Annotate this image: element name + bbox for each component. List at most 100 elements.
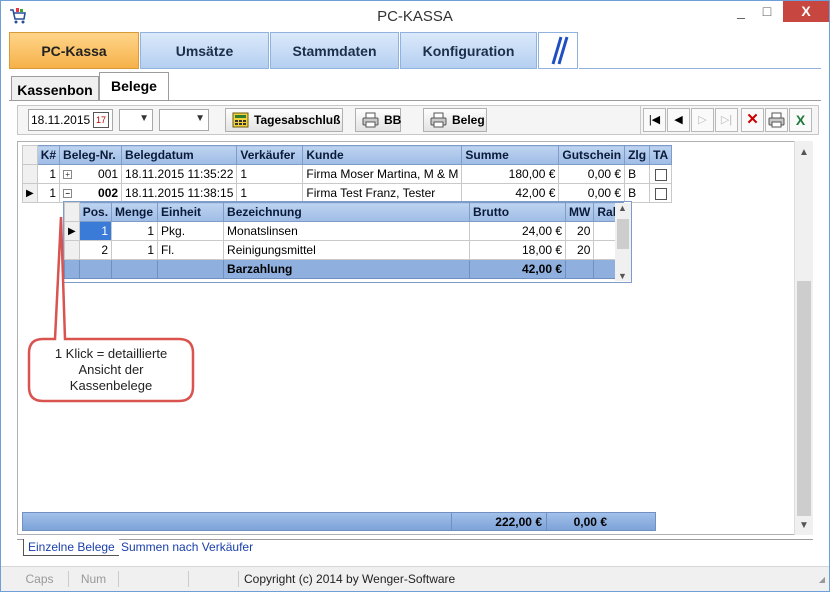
- date-value: 18.11.2015: [31, 113, 91, 127]
- main-nav: PC-Kassa Umsätze Stammdaten Konfiguratio…: [9, 32, 821, 70]
- maximize-button[interactable]: □: [754, 1, 780, 22]
- beleg-detail-panel: Pos. Menge Einheit Bezeichnung Brutto MW…: [63, 201, 632, 283]
- footer-indicator: [64, 259, 80, 279]
- cell-summe: 42,00 €: [461, 183, 560, 203]
- ta-checkbox[interactable]: [654, 168, 667, 181]
- filter-combo-1[interactable]: ▼: [119, 109, 153, 131]
- tab-belege[interactable]: Belege: [99, 72, 169, 100]
- chevron-down-icon[interactable]: ▼: [618, 271, 627, 281]
- footer-blank: [78, 259, 113, 279]
- cell-brutto: 18,00 €: [469, 240, 567, 260]
- table-row[interactable]: ▶ 1 −002 18.11.2015 11:38:15 1 Firma Tes…: [22, 183, 673, 203]
- row-indicator: [22, 164, 38, 184]
- col-kunde[interactable]: Kunde: [302, 145, 463, 165]
- footer-blank: [111, 259, 159, 279]
- chevron-down-icon[interactable]: ▼: [799, 520, 809, 531]
- cell-ta: [649, 183, 673, 203]
- ta-checkbox[interactable]: [654, 187, 667, 200]
- cell-summe: 180,00 €: [461, 164, 560, 184]
- cell-bezeichnung: Reinigungsmittel: [223, 240, 471, 260]
- chevron-up-icon[interactable]: ▲: [799, 147, 809, 158]
- col-brutto[interactable]: Brutto: [469, 202, 567, 222]
- tab-kassenbon[interactable]: Kassenbon: [11, 76, 99, 100]
- table-header-row: K# Beleg-Nr. Belegdatum Verkäufer Kunde …: [22, 145, 673, 165]
- toolbar: 18.11.2015 17 ▼ ▼ Tagesabschluß BB Beleg…: [17, 105, 819, 135]
- cell-einheit: Fl.: [157, 240, 225, 260]
- detail-header-row: Pos. Menge Einheit Bezeichnung Brutto MW…: [64, 202, 625, 222]
- expand-icon[interactable]: +: [63, 170, 73, 180]
- calendar-icon[interactable]: 17: [93, 112, 109, 128]
- nav-spacer: [579, 32, 821, 69]
- tab-einzelne-belege[interactable]: Einzelne Belege: [23, 539, 119, 556]
- bb-print-button[interactable]: BB: [355, 108, 401, 132]
- date-field[interactable]: 18.11.2015 17: [28, 109, 113, 131]
- minimize-button[interactable]: _: [728, 1, 754, 22]
- cell-mw: 20: [565, 221, 595, 241]
- tagesabschluss-button[interactable]: Tagesabschluß: [225, 108, 343, 132]
- col-bezeichnung[interactable]: Bezeichnung: [223, 202, 471, 222]
- tab-divider: [9, 100, 821, 101]
- num-indicator: Num: [69, 571, 119, 587]
- cell-pos[interactable]: 1: [78, 221, 113, 241]
- cell-beleg-nr: +001: [59, 164, 123, 184]
- collapse-icon[interactable]: −: [63, 189, 73, 199]
- footer-payment-label: Barzahlung: [223, 259, 471, 279]
- printer-icon: [362, 112, 379, 128]
- col-belegdatum[interactable]: Belegdatum: [121, 145, 238, 165]
- nav-tab-stammdaten[interactable]: Stammdaten: [270, 32, 399, 69]
- detail-row[interactable]: ▶ 1 1 Pkg. Monatslinsen 24,00 € 20: [64, 221, 625, 241]
- detail-scroll-thumb[interactable]: [617, 219, 629, 249]
- table-row[interactable]: 1 +001 18.11.2015 11:35:22 1 Firma Moser…: [22, 164, 673, 184]
- col-k[interactable]: K#: [36, 145, 61, 165]
- title-bar: PC-KASSA _ □ X: [1, 1, 829, 32]
- detail-scrollbar[interactable]: ▲ ▼: [615, 203, 631, 281]
- excel-export-icon[interactable]: X: [789, 108, 812, 132]
- nav-tab-pc-kassa[interactable]: PC-Kassa: [9, 32, 139, 69]
- cell-kunde: Firma Test Franz, Tester: [302, 183, 463, 203]
- nav-tab-umsaetze[interactable]: Umsätze: [140, 32, 269, 69]
- resize-grip-icon[interactable]: ◢: [819, 575, 825, 584]
- col-zlg[interactable]: Zlg: [624, 145, 651, 165]
- col-ta[interactable]: TA: [649, 145, 673, 165]
- record-navigator: |◀ ◀ ▷ ▷| ✕ X: [640, 106, 818, 134]
- nav-tab-konfiguration[interactable]: Konfiguration: [400, 32, 537, 69]
- row-indicator: ▶: [64, 221, 80, 241]
- cell-menge: 1: [111, 240, 159, 260]
- close-button[interactable]: X: [783, 1, 829, 22]
- filter-combo-2[interactable]: ▼: [159, 109, 209, 131]
- cell-bezeichnung: Monatslinsen: [223, 221, 471, 241]
- beleg-print-button[interactable]: Beleg: [423, 108, 487, 132]
- next-record-icon[interactable]: ▷: [691, 108, 714, 132]
- cell-belegdatum: 18.11.2015 11:35:22: [121, 164, 238, 184]
- chevron-up-icon[interactable]: ▲: [618, 203, 627, 213]
- footer-blank: [565, 259, 595, 279]
- detail-row[interactable]: 2 1 Fl. Reinigungsmittel 18,00 € 20: [64, 240, 625, 260]
- calculator-icon: [232, 112, 249, 128]
- row-indicator-header: [22, 145, 38, 165]
- col-verkaeufer[interactable]: Verkäufer: [236, 145, 304, 165]
- status-panel: [119, 571, 189, 587]
- col-mw[interactable]: MW: [565, 202, 595, 222]
- cell-einheit: Pkg.: [157, 221, 225, 241]
- first-record-icon[interactable]: |◀: [643, 108, 666, 132]
- summary-gutschein: 0,00 €: [546, 513, 611, 531]
- delete-icon[interactable]: ✕: [741, 108, 764, 132]
- col-pos[interactable]: Pos.: [78, 202, 113, 222]
- col-gutschein[interactable]: Gutschein: [558, 145, 626, 165]
- cell-beleg-nr: −002: [59, 183, 123, 203]
- last-record-icon[interactable]: ▷|: [715, 108, 738, 132]
- print-icon[interactable]: [765, 108, 788, 132]
- copyright-text: Copyright (c) 2014 by Wenger-Software: [244, 572, 456, 586]
- tab-summen-nach-verkaeufer[interactable]: Summen nach Verkäufer: [117, 539, 257, 556]
- col-beleg-nr[interactable]: Beleg-Nr.: [59, 145, 123, 165]
- grid-scrollbar[interactable]: ▲ ▼: [794, 141, 813, 535]
- col-einheit[interactable]: Einheit: [157, 202, 225, 222]
- window-title: PC-KASSA: [377, 8, 453, 25]
- scroll-thumb[interactable]: [797, 281, 811, 516]
- cell-zlg: B: [624, 164, 651, 184]
- col-menge[interactable]: Menge: [111, 202, 159, 222]
- prev-record-icon[interactable]: ◀: [667, 108, 690, 132]
- cell-pos: 2: [78, 240, 113, 260]
- col-summe[interactable]: Summe: [461, 145, 560, 165]
- printer-icon: [430, 112, 447, 128]
